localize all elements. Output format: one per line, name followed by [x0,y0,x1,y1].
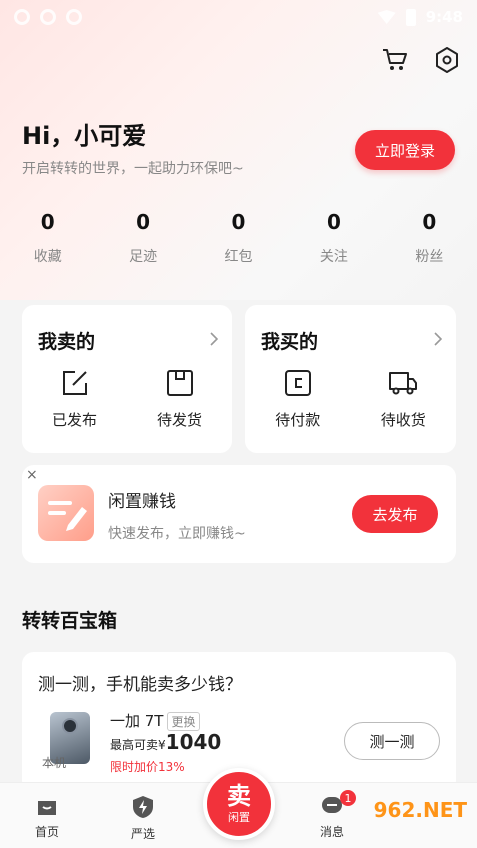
stat-label: 足迹 [129,249,158,265]
purchases-to-receive[interactable]: 待收货 [351,369,457,430]
stat-label: 关注 [319,249,348,265]
tab-label: 消息 [319,825,344,839]
greeting-subtitle: 开启转转的世界，一起助力环保吧~ [22,161,244,177]
close-icon[interactable]: × [26,467,38,483]
stat-favorites[interactable]: 0 收藏 [0,210,95,266]
evaluate-button[interactable]: 测一测 [344,722,440,760]
cart-icon[interactable] [381,46,409,74]
truck-icon [389,372,418,395]
publish-button[interactable]: 去发布 [352,495,438,533]
wallet-icon [284,370,311,396]
sales-published[interactable]: 已发布 [22,369,127,430]
notification-icon [40,9,56,25]
chevron-right-icon [210,331,219,350]
stat-value: 0 [40,210,55,234]
stat-label: 红包 [224,249,253,265]
card-item-label: 已发布 [51,411,97,429]
price-value: 1040 [165,730,222,754]
notification-icon [14,9,30,25]
greeting-title: Hi，小可爱 [22,122,147,150]
model-name: 一加 7T [110,712,164,730]
tab-selected[interactable]: 严选 [113,795,173,842]
user-stats: 0 收藏 0 足迹 0 红包 0 关注 0 粉丝 [0,210,477,266]
promo-title: 闲置赚钱 [108,492,176,512]
status-time: 9:48 [425,8,463,26]
tab-label: 严选 [130,827,155,841]
stat-label: 收藏 [33,249,62,265]
change-model-button[interactable]: 更换 [167,712,200,731]
tab-home[interactable]: 首页 [17,795,77,840]
stat-footprints[interactable]: 0 足迹 [95,210,190,266]
my-sales-card[interactable]: 我卖的 已发布 待发货 [22,305,232,453]
purchases-to-pay[interactable]: 待付款 [245,369,351,430]
my-purchases-card[interactable]: 我买的 待付款 待收货 [245,305,456,453]
stat-following[interactable]: 0 关注 [286,210,381,266]
edit-icon [62,371,87,395]
sell-button[interactable]: 卖 闲置 [203,768,275,840]
stat-red-packets[interactable]: 0 红包 [191,210,286,266]
phone-model: 一加 7T 更换 [110,710,200,731]
camera-icon [62,718,78,734]
stat-fans[interactable]: 0 粉丝 [382,210,477,266]
card-item-label: 待发货 [156,411,202,429]
max-price: 最高可卖¥1040 [110,730,221,754]
stat-value: 0 [422,210,437,234]
sell-promo-card: × 闲置赚钱 快速发布，立即赚钱~ 去发布 [22,465,456,563]
card-item-label: 待收货 [380,411,426,429]
card-title: 我买的 [261,331,319,353]
this-device-tag: 本机 [42,756,67,770]
card-item-label: 待付款 [275,411,321,429]
stat-value: 0 [231,210,246,234]
wifi-icon [377,10,396,24]
card-items: 待付款 待收货 [245,369,456,430]
status-bar: 9:48 [0,0,477,34]
battery-icon [405,8,416,26]
card-title: 我卖的 [38,331,96,353]
tab-label: 首页 [34,825,59,839]
package-icon [166,370,193,396]
sales-to-ship[interactable]: 待发货 [127,369,232,430]
settings-icon[interactable] [433,46,461,74]
home-icon [38,801,56,815]
section-title: 转转百宝箱 [22,610,118,632]
status-icons-left [14,9,82,25]
stat-value: 0 [136,210,151,234]
sell-sublabel: 闲置 [228,811,250,824]
card-items: 已发布 待发货 [22,369,232,430]
sell-label: 卖 [227,782,251,810]
price-prefix: 最高可卖 [110,738,159,752]
chevron-right-icon [434,331,443,350]
promo-illustration [38,485,94,541]
login-button[interactable]: 立即登录 [355,130,455,170]
discount-label: 限时加价13% [110,760,185,774]
valuation-title: 测一测，手机能卖多少钱？ [38,675,242,695]
promo-subtitle: 快速发布，立即赚钱~ [108,526,246,542]
notification-icon [66,9,82,25]
header-actions [381,46,461,74]
stat-label: 粉丝 [415,249,444,265]
shield-icon [133,796,153,818]
site-watermark: 962.NET [373,798,467,822]
status-icons-right: 9:48 [377,8,463,26]
stat-value: 0 [326,210,341,234]
message-badge: 1 [340,790,356,806]
currency-symbol: ¥ [158,738,166,752]
